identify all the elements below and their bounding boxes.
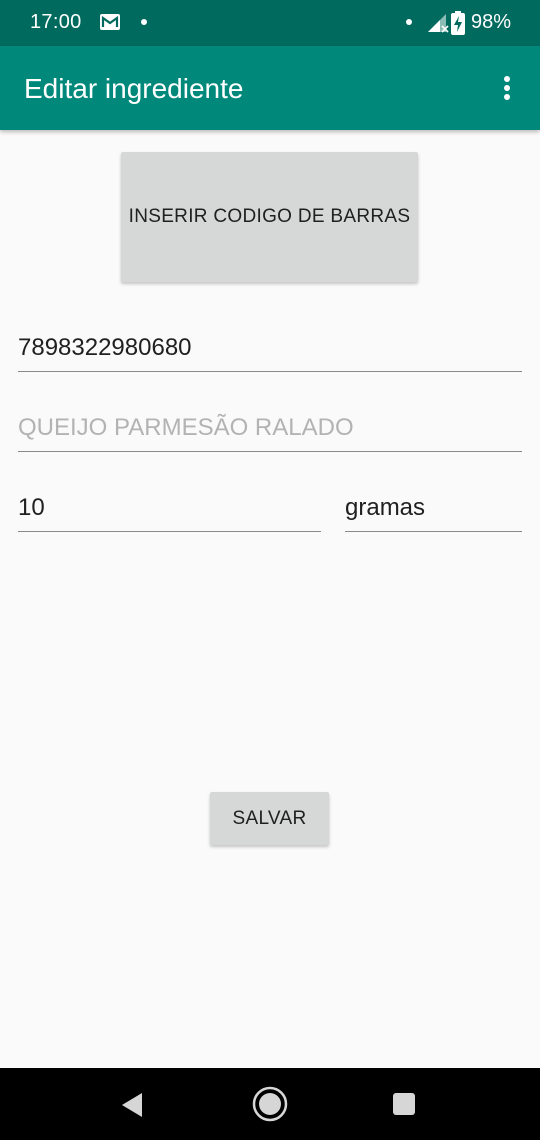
page-title: Editar ingrediente: [24, 73, 244, 104]
ingredient-name-field[interactable]: QUEIJO PARMESÃO RALADO: [18, 414, 522, 452]
barcode-field[interactable]: 7898322980680: [18, 334, 522, 372]
status-time: 17:00: [30, 11, 82, 33]
navigation-bar: [0, 1068, 540, 1140]
save-button[interactable]: SALVAR: [210, 792, 329, 845]
notification-dot-icon: [141, 19, 147, 25]
battery-charging-icon: [451, 11, 465, 35]
home-icon[interactable]: [252, 1086, 288, 1122]
more-vert-icon[interactable]: [492, 72, 522, 104]
unit-field[interactable]: gramas: [345, 494, 522, 532]
recent-apps-icon[interactable]: [393, 1093, 415, 1115]
gmail-icon: [100, 14, 120, 30]
status-bar: 17:00 98%: [0, 0, 540, 46]
notification-dot-icon: [406, 19, 412, 25]
back-icon[interactable]: [120, 1092, 146, 1118]
battery-percent: 98%: [471, 11, 512, 33]
insert-barcode-button[interactable]: INSERIR CODIGO DE BARRAS: [121, 152, 418, 282]
app-bar: Editar ingrediente: [0, 46, 540, 130]
quantity-field[interactable]: 10: [18, 494, 321, 532]
signal-icon: [428, 14, 449, 33]
